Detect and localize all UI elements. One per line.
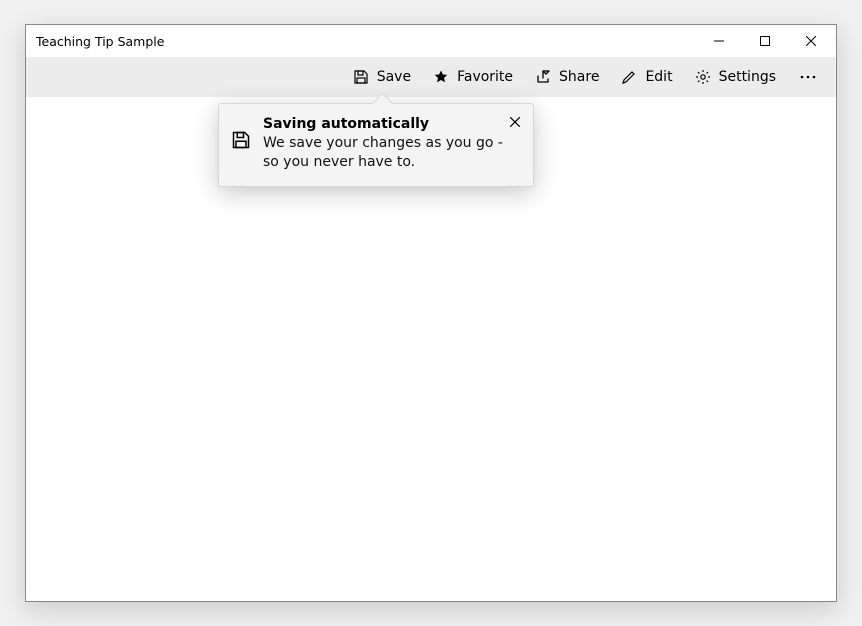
save-icon <box>353 69 369 85</box>
window-controls <box>696 25 834 57</box>
close-icon <box>806 36 816 46</box>
teaching-tip-body: Saving automatically We save your change… <box>263 116 521 172</box>
favorite-button[interactable]: Favorite <box>423 59 523 95</box>
teaching-tip-text: We save your changes as you go - so you … <box>263 134 503 172</box>
minimize-icon <box>714 36 724 46</box>
settings-button[interactable]: Settings <box>685 59 786 95</box>
share-icon <box>535 69 551 85</box>
teaching-tip-close-button[interactable] <box>503 110 527 134</box>
more-button[interactable] <box>788 59 828 95</box>
more-icon <box>800 75 816 79</box>
minimize-button[interactable] <box>696 25 742 57</box>
close-icon <box>510 117 520 127</box>
save-label: Save <box>377 69 411 85</box>
maximize-icon <box>760 36 770 46</box>
maximize-button[interactable] <box>742 25 788 57</box>
edit-label: Edit <box>645 69 672 85</box>
edit-icon <box>621 69 637 85</box>
settings-label: Settings <box>719 69 776 85</box>
save-button[interactable]: Save <box>343 59 421 95</box>
share-button[interactable]: Share <box>525 59 609 95</box>
app-window: Teaching Tip Sample <box>25 24 837 602</box>
save-icon <box>231 130 251 150</box>
close-button[interactable] <box>788 25 834 57</box>
toolbar: Save Favorite Share <box>26 57 836 97</box>
favorite-label: Favorite <box>457 69 513 85</box>
window-title: Teaching Tip Sample <box>36 34 696 49</box>
edit-button[interactable]: Edit <box>611 59 682 95</box>
star-icon <box>433 69 449 85</box>
share-label: Share <box>559 69 599 85</box>
teaching-tip-title: Saving automatically <box>263 116 503 132</box>
gear-icon <box>695 69 711 85</box>
teaching-tip: Saving automatically We save your change… <box>218 103 534 187</box>
titlebar: Teaching Tip Sample <box>26 25 836 57</box>
